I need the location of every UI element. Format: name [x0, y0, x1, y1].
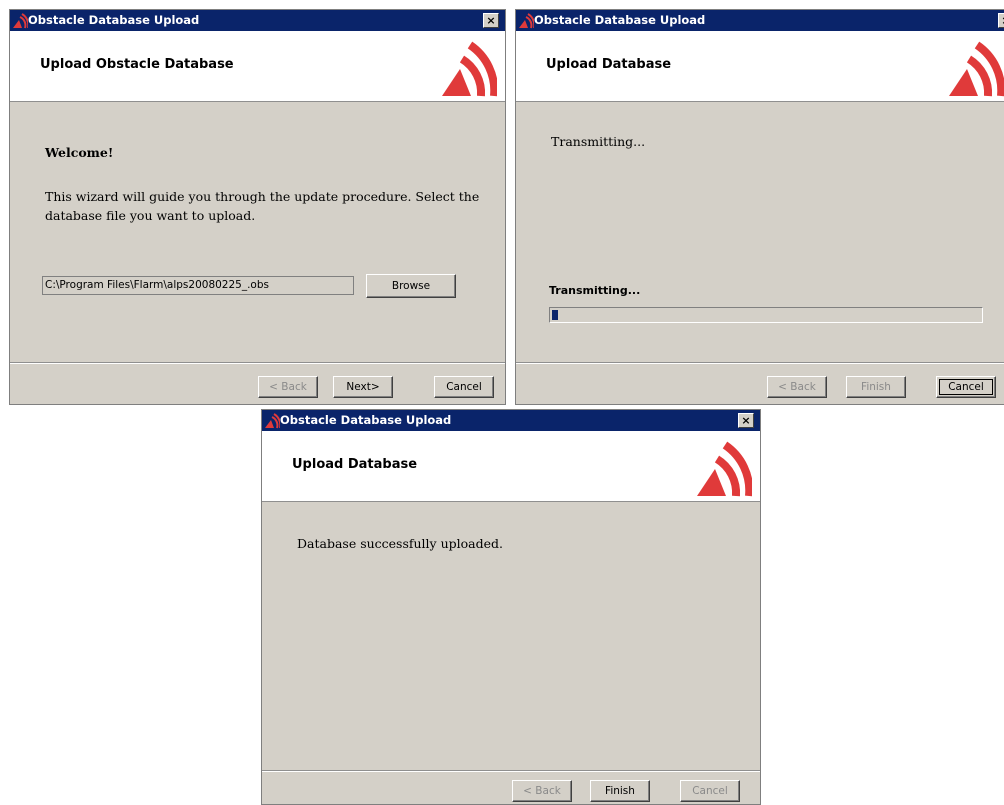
back-button[interactable]: < Back: [258, 376, 318, 398]
window-title: Obstacle Database Upload: [280, 413, 452, 427]
instructions-line-2: database file you want to upload.: [45, 208, 256, 223]
upload-wizard-window-success: Obstacle Database Upload × Upload Databa…: [261, 409, 761, 805]
flarm-logo-icon: [265, 413, 280, 429]
page-title: Upload Obstacle Database: [40, 57, 234, 72]
upload-wizard-window-transmitting: Obstacle Database Upload × Upload Databa…: [515, 9, 1004, 405]
flarm-logo-icon: [949, 41, 1004, 97]
title-bar: Obstacle Database Upload ×: [262, 410, 760, 431]
title-bar: Obstacle Database Upload ×: [516, 10, 1004, 31]
progress-bar: [549, 307, 983, 323]
status-message: Transmitting...: [551, 134, 646, 149]
flarm-logo-icon: [442, 41, 497, 97]
progress-fill: [552, 310, 558, 320]
close-icon[interactable]: ×: [738, 413, 754, 428]
cancel-button[interactable]: Cancel: [434, 376, 494, 398]
flarm-logo-icon: [697, 441, 752, 497]
title-bar: Obstacle Database Upload ×: [10, 10, 505, 31]
wizard-header: Upload Database: [262, 431, 760, 502]
progress-label: Transmitting...: [549, 284, 641, 297]
welcome-heading: Welcome!: [45, 145, 114, 160]
window-title: Obstacle Database Upload: [28, 13, 200, 27]
upload-wizard-window-welcome: Obstacle Database Upload × Upload Obstac…: [9, 9, 506, 405]
close-icon[interactable]: ×: [998, 13, 1004, 28]
next-button[interactable]: Next>: [333, 376, 393, 398]
close-icon[interactable]: ×: [483, 13, 499, 28]
success-message: Database successfully uploaded.: [297, 536, 503, 551]
cancel-button[interactable]: Cancel: [936, 376, 996, 398]
wizard-header: Upload Database: [516, 31, 1004, 102]
back-button[interactable]: < Back: [512, 780, 572, 802]
finish-button[interactable]: Finish: [846, 376, 906, 398]
cancel-button[interactable]: Cancel: [680, 780, 740, 802]
browse-button[interactable]: Browse: [366, 274, 456, 298]
file-path-field[interactable]: C:\Program Files\Flarm\alps20080225_.obs: [42, 276, 354, 295]
footer-separator: [262, 770, 760, 772]
flarm-logo-icon: [519, 13, 534, 29]
instructions-line-1: This wizard will guide you through the u…: [45, 189, 480, 204]
back-button[interactable]: < Back: [767, 376, 827, 398]
window-title: Obstacle Database Upload: [534, 13, 706, 27]
page-title: Upload Database: [292, 457, 418, 472]
footer-separator: [10, 362, 505, 364]
flarm-logo-icon: [13, 13, 28, 29]
finish-button[interactable]: Finish: [590, 780, 650, 802]
footer-separator: [516, 362, 1004, 364]
wizard-header: Upload Obstacle Database: [10, 31, 505, 102]
page-title: Upload Database: [546, 57, 672, 72]
